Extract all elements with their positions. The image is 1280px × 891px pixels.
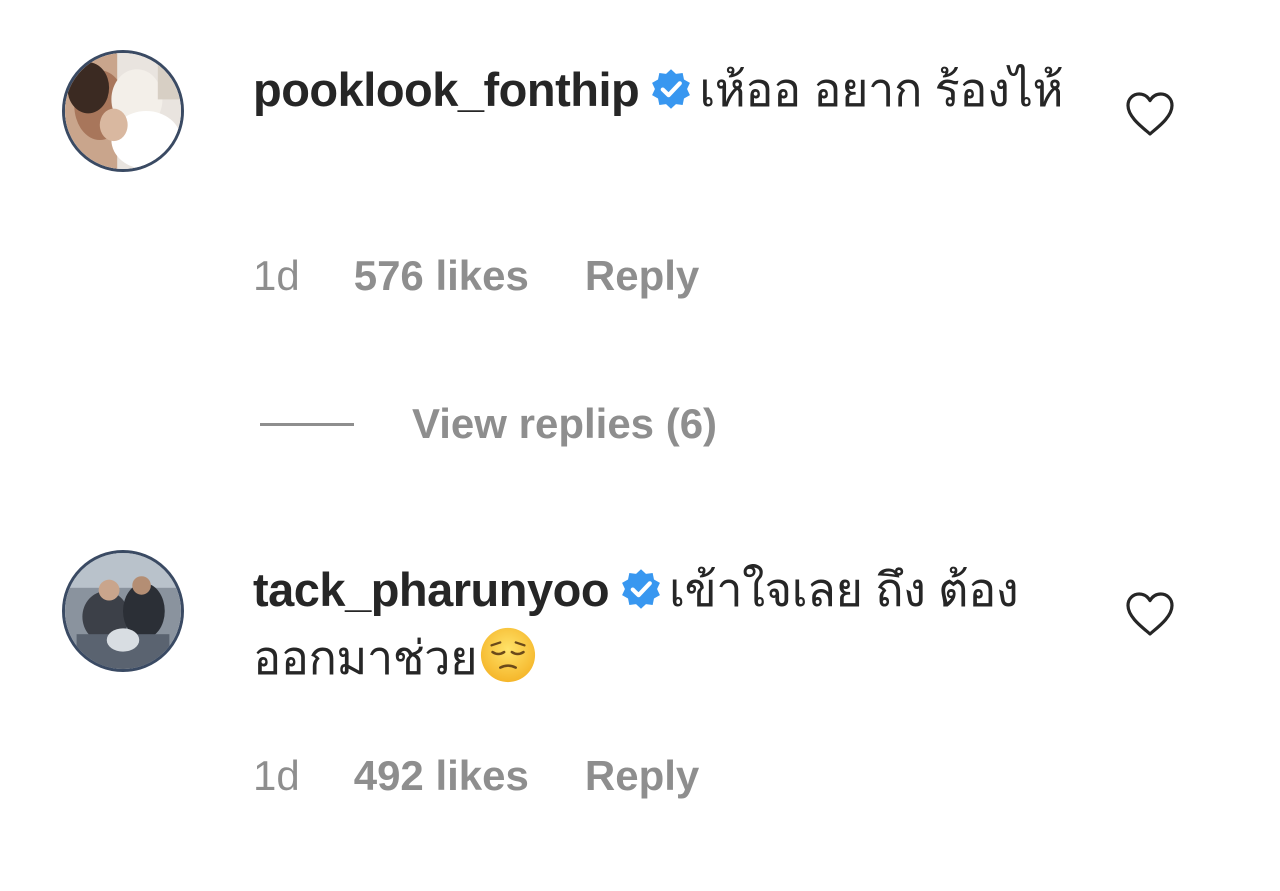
verified-badge-icon xyxy=(649,67,693,111)
comment-text: เห้ออ อยาก ร้องไห้ xyxy=(699,63,1064,116)
reply-button[interactable]: Reply xyxy=(585,752,699,800)
like-heart-icon[interactable] xyxy=(1124,90,1176,138)
like-heart-icon[interactable] xyxy=(1124,590,1176,638)
user-avatar[interactable] xyxy=(62,50,184,172)
view-replies-label: View replies (6) xyxy=(412,400,718,447)
comment-username[interactable]: tack_pharunyoo xyxy=(253,563,610,616)
avatar-photo-icon xyxy=(65,553,181,669)
comment-time[interactable]: 1d xyxy=(253,252,300,300)
verified-badge-icon xyxy=(619,567,663,611)
comment-meta: 1d 576 likes Reply xyxy=(253,246,699,306)
user-avatar[interactable] xyxy=(62,550,184,672)
view-replies-divider xyxy=(260,422,354,426)
comment-meta: 1d 492 likes Reply xyxy=(253,746,699,806)
comment-time[interactable]: 1d xyxy=(253,752,300,800)
reply-button[interactable]: Reply xyxy=(585,252,699,300)
pensive-face-emoji-icon xyxy=(479,626,537,684)
comment-likes[interactable]: 492 likes xyxy=(354,752,529,800)
avatar-photo-icon xyxy=(65,53,181,169)
comment-body: tack_pharunyoo เข้าใจเลย ถึง ต้องออกมาช่ว… xyxy=(253,556,1073,692)
comment-likes[interactable]: 576 likes xyxy=(354,252,529,300)
view-replies-button[interactable]: View replies (6) xyxy=(260,394,717,454)
comment-body: pooklook_fonthip เห้ออ อยาก ร้องไห้ xyxy=(253,56,1073,124)
comment-username[interactable]: pooklook_fonthip xyxy=(253,63,640,116)
